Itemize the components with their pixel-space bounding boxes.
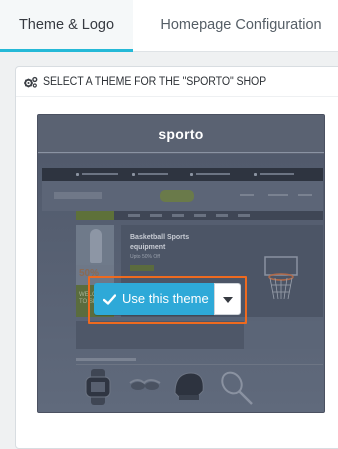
preview-hero-title: Basketball Sports equipment xyxy=(130,234,190,251)
tab-theme-logo[interactable]: Theme & Logo xyxy=(0,0,133,52)
check-icon xyxy=(103,293,116,305)
panel-header: SELECT A THEME FOR THE "SPORTO" SHOP xyxy=(16,67,338,97)
cogs-icon xyxy=(24,76,38,88)
helmet-icon xyxy=(174,372,204,400)
basketball-hoop-icon xyxy=(264,256,298,300)
watch-icon xyxy=(85,369,111,405)
caret-down-icon xyxy=(223,297,233,303)
preview-topbar xyxy=(42,168,323,181)
use-this-theme-button[interactable]: Use this theme xyxy=(94,283,214,315)
preview-promo-row xyxy=(76,321,323,349)
sunglasses-icon xyxy=(129,379,161,390)
preview-header xyxy=(42,181,323,211)
theme-card: sporto 50% TO Basketball Sports equipmen… xyxy=(37,114,325,413)
panel-title: SELECT A THEME FOR THE "SPORTO" SHOP xyxy=(43,75,267,88)
theme-actions-dropdown-button[interactable] xyxy=(214,283,241,315)
theme-name: sporto xyxy=(38,115,324,153)
preview-hero-subtitle: Upto 50% Off xyxy=(130,254,160,260)
use-this-theme-label: Use this theme xyxy=(122,291,209,306)
tab-bar: Theme & Logo Homepage Configuration xyxy=(0,0,338,52)
racket-icon xyxy=(221,371,253,405)
tab-homepage-configuration[interactable]: Homepage Configuration xyxy=(146,0,336,52)
theme-panel: SELECT A THEME FOR THE "SPORTO" SHOP spo… xyxy=(15,66,338,449)
